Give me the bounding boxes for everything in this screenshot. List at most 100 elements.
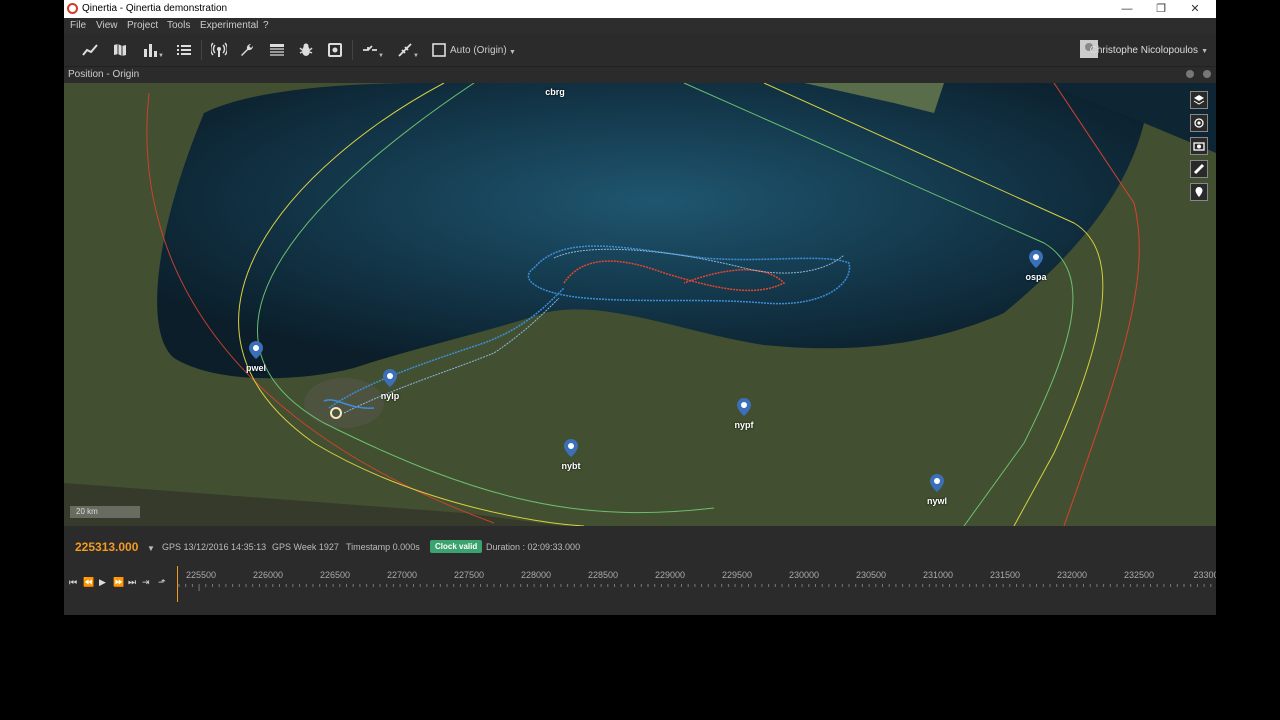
processing-button[interactable]: ▼ [359,39,384,61]
map-pin-icon [930,474,944,492]
chevron-down-icon[interactable]: ▼ [509,49,516,56]
minimize-button[interactable]: — [1112,1,1142,17]
list-button[interactable] [173,39,195,61]
menu-bar: File View Project Tools Experimental ? [64,18,1216,34]
timeline-tick-label: 228000 [520,570,552,580]
menu-experimental[interactable]: Experimental [200,20,258,31]
menu-project[interactable]: Project [127,20,158,31]
play-button[interactable]: ▶ [99,577,106,588]
station-label: nylp [380,391,400,401]
map-icon [114,44,126,56]
map-pin-icon [249,341,263,359]
map-button[interactable] [109,39,131,61]
ruler-icon [1193,163,1205,175]
wrench-icon [241,43,254,56]
timestamp: Timestamp 0.000s [346,542,420,552]
satellite-map [64,83,1216,526]
auto-origin-label[interactable]: Auto (Origin) [450,45,507,56]
toolbar: ▼ ▼ ▼ Auto (Origin) ▼ Christophe Nicolop… [64,34,1216,67]
station-label: nypf [734,420,754,430]
layers-button[interactable] [1190,91,1208,109]
fast-forward-button[interactable]: ⏩ [113,577,124,588]
timeline-cursor[interactable] [177,566,178,602]
chevron-down-icon: ▼ [378,53,384,59]
timeline-tick-label: 229500 [721,570,753,580]
locate-button[interactable] [1190,114,1208,132]
station-label: nywl [926,496,948,506]
bug-button[interactable] [295,39,317,61]
restore-button[interactable]: ❐ [1146,1,1176,17]
crop-icon[interactable]: ⬏ [158,577,166,588]
bar-chart-icon [144,44,157,57]
timeline-tick-label: 228500 [587,570,619,580]
timeline-tick-label: 229000 [654,570,686,580]
map-pin-icon [383,369,397,387]
skip-end-button[interactable]: ⏭ [128,577,136,588]
chevron-down-icon: ▼ [413,53,419,59]
timeline-tick-label: 226500 [319,570,351,580]
timeline-tick-label: 232000 [1056,570,1088,580]
trajectory-button[interactable]: ▼ [394,39,419,61]
app-logo-icon [67,3,78,14]
station-label: cbrg [545,87,565,97]
timeline-tick-label: 231500 [989,570,1021,580]
user-menu[interactable]: Christophe Nicolopoulos ▼ [1072,40,1208,60]
timeline-tick-label: 225500 [185,570,217,580]
measure-button[interactable] [1190,160,1208,178]
close-button[interactable]: ✕ [1180,1,1210,17]
clock-status-badge: Clock valid [430,540,483,553]
timeline-tick-label: 231000 [922,570,954,580]
antenna-button[interactable] [208,39,230,61]
menu-tools[interactable]: Tools [167,20,190,31]
station-nybt[interactable]: nybt [561,439,581,471]
rewind-button[interactable]: ⏪ [83,577,94,588]
line-chart-button[interactable] [79,39,101,61]
station-nylp[interactable]: nylp [380,369,400,401]
station-pwel[interactable]: pwel [246,341,266,373]
menu-view[interactable]: View [96,20,118,31]
skip-start-button[interactable]: ⏮ [69,577,77,588]
timeline: ⏮ ⏪ ▶ ⏩ ⏭ ⇥ ⬏ 225500 226000 226500 227000 22… [64,566,1216,615]
timeline-tick-label: 23300 [1193,570,1216,580]
marker-button[interactable] [1190,183,1208,201]
menu-help[interactable]: ? [263,20,269,31]
locate-icon [1194,118,1204,128]
map-view[interactable]: cbrg ospa pwel nylp nypf nybt nywl 20 km [64,83,1216,526]
toolbar-separator [352,40,353,60]
map-pin-icon [564,439,578,457]
station-ospa[interactable]: ospa [1025,250,1047,282]
wrench-button[interactable] [236,39,258,61]
map-scale: 20 km [70,506,140,518]
station-nywl[interactable]: nywl [927,474,947,506]
antenna-icon [211,42,227,57]
status-bar: 225313.000 ▼ GPS 13/12/2016 14:35:13 GPS… [64,526,1216,566]
auto-origin-checkbox[interactable] [428,39,450,61]
layers-icon [1193,95,1205,105]
current-time[interactable]: 225313.000 [75,540,138,554]
step-end-button[interactable]: ⇥ [142,577,150,588]
timeline-axis[interactable]: 225500 226000 226500 227000 227500 228000 2285… [177,566,1216,615]
panel-header: Position - Origin [64,67,1216,83]
station-nypf[interactable]: nypf [734,398,754,430]
table-icon [270,44,284,56]
map-tools [1190,91,1208,206]
chevron-down-icon: ▼ [1201,48,1208,55]
checkbox-icon [432,43,446,57]
station-label: nybt [561,461,581,471]
screenshot-button[interactable] [1190,137,1208,155]
close-icon[interactable] [1203,70,1211,78]
window-title: Qinertia - Qinertia demonstration [82,3,228,14]
list-icon [177,45,191,55]
toolbar-separator [201,40,202,60]
panel-title: Position - Origin [68,69,140,80]
map-pin-icon [1029,250,1043,268]
gps-date: GPS 13/12/2016 14:35:13 [162,542,267,552]
bar-chart-button[interactable]: ▼ [139,39,164,61]
chevron-down-icon[interactable]: ▼ [147,544,155,553]
table-button[interactable] [266,39,288,61]
map-pin-icon [737,398,751,416]
menu-file[interactable]: File [70,20,86,31]
chip-button[interactable] [324,39,346,61]
settings-icon[interactable] [1186,70,1194,78]
processing-icon [363,45,377,51]
